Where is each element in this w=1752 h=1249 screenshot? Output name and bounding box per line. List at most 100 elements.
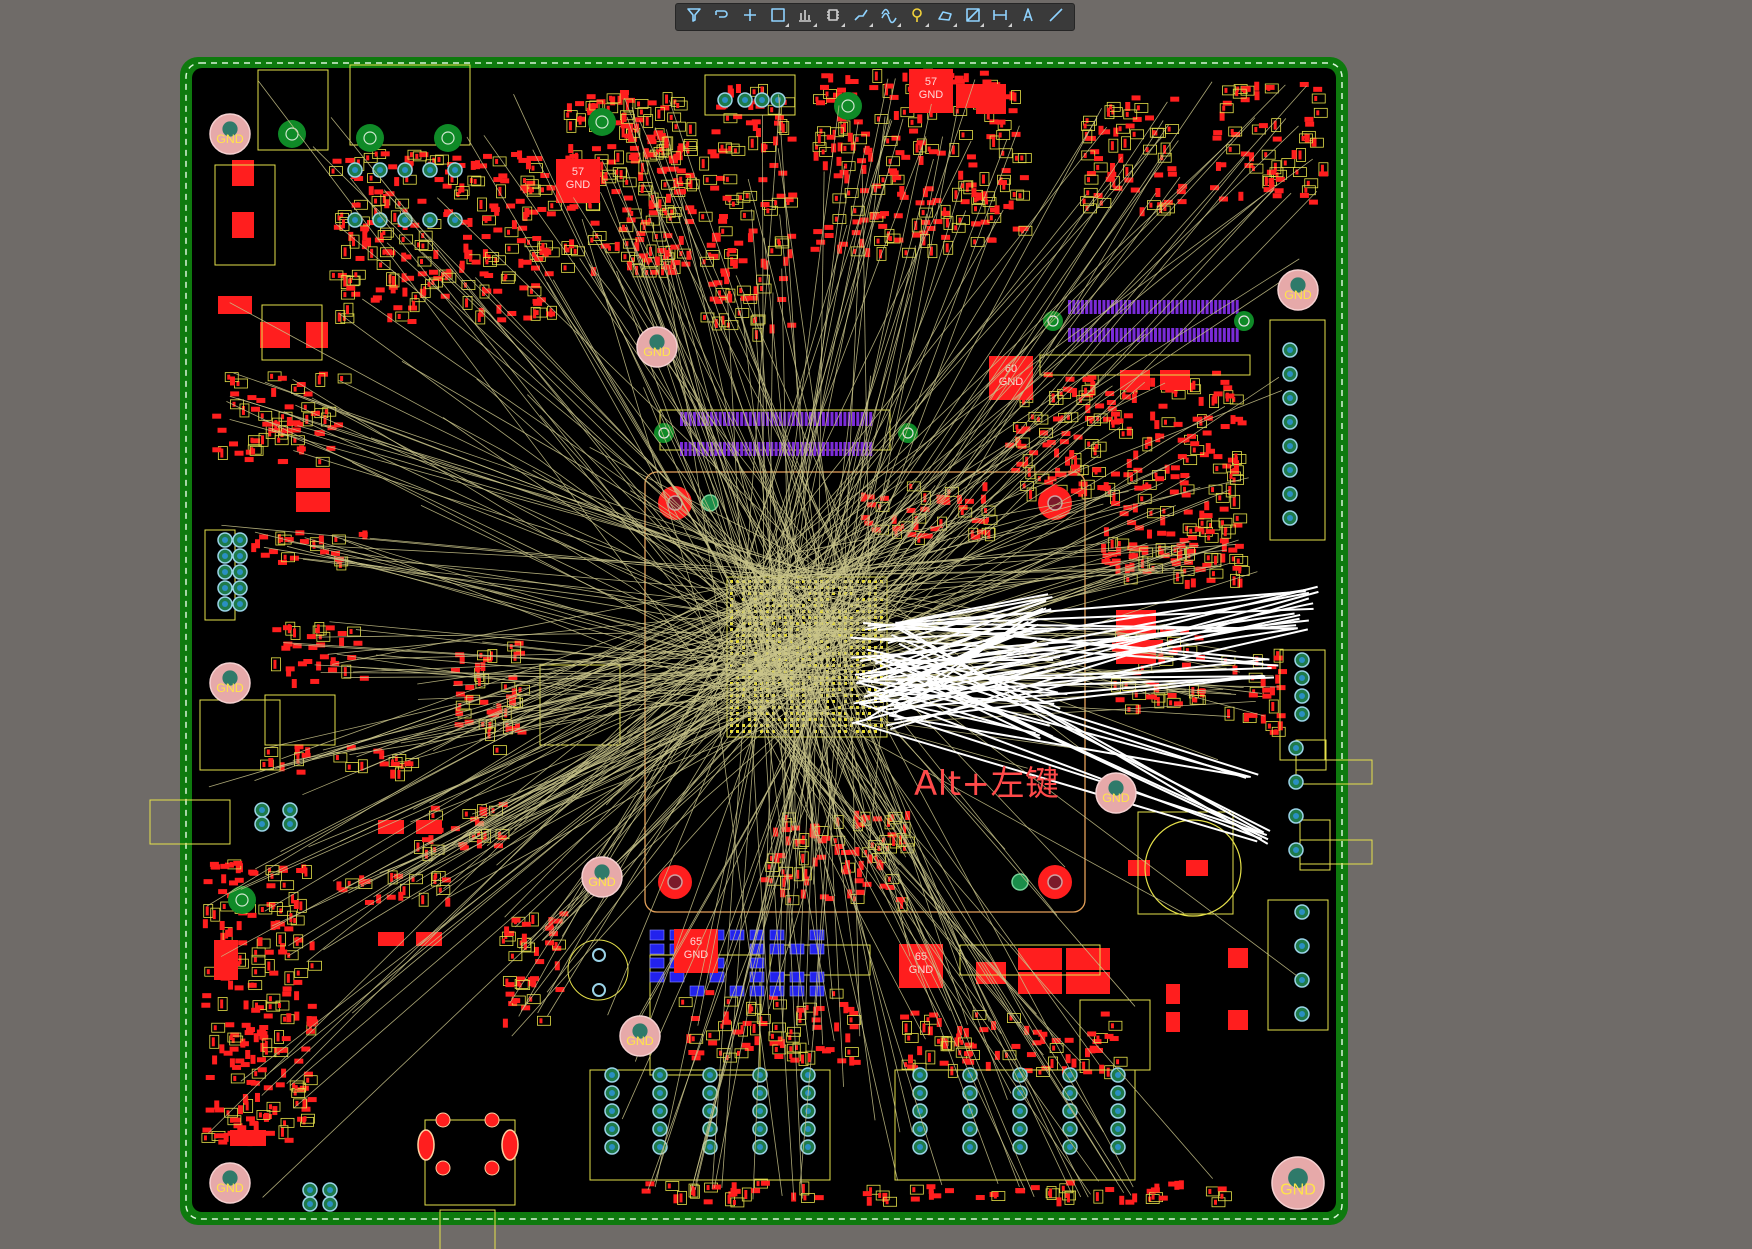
smd-pad[interactable] bbox=[1207, 535, 1211, 541]
smd-pad[interactable] bbox=[853, 208, 857, 214]
green-pad[interactable] bbox=[228, 886, 256, 914]
smd-pad[interactable] bbox=[1238, 191, 1244, 201]
smd-pad[interactable] bbox=[267, 961, 271, 971]
smd-pad[interactable] bbox=[1283, 160, 1287, 166]
smd-pad[interactable] bbox=[549, 308, 553, 318]
smd-pad[interactable] bbox=[1145, 694, 1155, 700]
smd-pad[interactable] bbox=[1014, 155, 1018, 161]
smd-pad[interactable] bbox=[1167, 171, 1177, 177]
smd-pad[interactable] bbox=[459, 260, 465, 270]
connector-pad[interactable] bbox=[1093, 300, 1097, 314]
smd-pad[interactable] bbox=[1087, 441, 1091, 447]
smd-pad[interactable] bbox=[218, 889, 228, 895]
smd-pad[interactable] bbox=[1012, 192, 1016, 198]
smd-pad[interactable] bbox=[1304, 116, 1314, 122]
connector-pad[interactable] bbox=[1149, 300, 1153, 314]
smd-pad[interactable] bbox=[1241, 86, 1251, 92]
smd-pad[interactable] bbox=[568, 144, 574, 154]
smd-pad[interactable] bbox=[1106, 1067, 1110, 1077]
smd-pad[interactable] bbox=[609, 95, 613, 101]
smd-pad[interactable] bbox=[1083, 123, 1087, 129]
smd-pad[interactable] bbox=[397, 769, 401, 779]
smd-pad[interactable] bbox=[1018, 193, 1022, 199]
smd-pad[interactable] bbox=[738, 258, 748, 264]
smd-pad[interactable] bbox=[531, 165, 535, 171]
smd-pad[interactable] bbox=[282, 625, 292, 631]
filter-button[interactable] bbox=[680, 5, 708, 29]
smd-pad[interactable] bbox=[817, 134, 821, 144]
smd-pad[interactable] bbox=[586, 94, 596, 100]
smd-pad[interactable] bbox=[1158, 403, 1168, 409]
smd-pad[interactable] bbox=[1271, 169, 1275, 175]
smd-pad[interactable] bbox=[1127, 706, 1131, 712]
smd-pad[interactable] bbox=[575, 101, 585, 107]
smd-pad[interactable] bbox=[341, 219, 345, 229]
smd-pad[interactable] bbox=[545, 925, 555, 931]
smd-pad[interactable] bbox=[1205, 443, 1211, 453]
smd-pad[interactable] bbox=[1132, 116, 1142, 122]
smd-pad[interactable] bbox=[821, 73, 831, 79]
smd-pad[interactable] bbox=[1211, 571, 1215, 577]
smd-pad[interactable] bbox=[681, 999, 685, 1005]
smd-pad[interactable] bbox=[280, 537, 284, 543]
smd-pad[interactable] bbox=[732, 259, 738, 269]
smd-pad[interactable] bbox=[1125, 123, 1135, 129]
smd-pad[interactable] bbox=[1156, 696, 1160, 706]
connector-mount[interactable] bbox=[898, 423, 918, 443]
smd-pad[interactable] bbox=[262, 762, 266, 768]
smd-pad[interactable] bbox=[292, 643, 302, 649]
smd-pad[interactable] bbox=[310, 963, 314, 969]
smd-pad[interactable] bbox=[269, 970, 279, 976]
smd-pad[interactable] bbox=[1262, 693, 1272, 699]
smd-pad[interactable] bbox=[752, 1023, 756, 1033]
smd-pad[interactable] bbox=[1110, 1023, 1114, 1029]
smd-pad[interactable] bbox=[269, 1104, 273, 1110]
smd-pad[interactable] bbox=[434, 177, 444, 183]
connector-pad[interactable] bbox=[748, 412, 752, 426]
smd-pad[interactable] bbox=[960, 510, 964, 516]
smd-pad[interactable] bbox=[266, 883, 276, 889]
smd-pad[interactable] bbox=[705, 177, 709, 183]
smd-pad[interactable] bbox=[1110, 419, 1120, 425]
smd-pad[interactable] bbox=[1208, 1188, 1212, 1194]
smd-pad[interactable] bbox=[281, 1036, 291, 1042]
smd-pad[interactable] bbox=[933, 219, 943, 225]
smd-pad[interactable] bbox=[1125, 1199, 1135, 1205]
smd-pad[interactable] bbox=[703, 314, 707, 320]
through-hole-header[interactable] bbox=[347, 162, 363, 178]
smd-pad[interactable] bbox=[679, 1193, 683, 1203]
green-pad[interactable] bbox=[278, 120, 306, 148]
smd-pad[interactable] bbox=[1219, 538, 1229, 544]
smd-pad[interactable] bbox=[725, 115, 729, 121]
blue-pad[interactable] bbox=[769, 985, 785, 997]
smd-pad[interactable] bbox=[847, 132, 853, 142]
smd-pad[interactable] bbox=[621, 128, 625, 138]
smd-pad[interactable] bbox=[807, 1053, 811, 1063]
smd-pad[interactable] bbox=[667, 1183, 671, 1189]
smd-pad[interactable] bbox=[960, 199, 970, 205]
smd-pad[interactable] bbox=[1061, 1185, 1065, 1191]
smd-pad[interactable] bbox=[790, 1057, 800, 1063]
smd-pad[interactable] bbox=[527, 181, 531, 187]
smd-pad[interactable] bbox=[886, 138, 890, 144]
smd-pad[interactable] bbox=[251, 543, 257, 553]
smd-pad[interactable] bbox=[813, 229, 823, 235]
smd-pad[interactable] bbox=[568, 121, 572, 131]
smd-pad[interactable] bbox=[1118, 126, 1122, 132]
smd-pad[interactable] bbox=[306, 1077, 310, 1083]
smd-pad[interactable] bbox=[900, 1014, 910, 1020]
smd-pad[interactable] bbox=[923, 493, 927, 503]
smd-pad[interactable] bbox=[1173, 421, 1183, 427]
through-hole-header[interactable] bbox=[800, 1067, 816, 1155]
smd-pad[interactable] bbox=[722, 195, 732, 201]
gnd-mounting-hole[interactable]: GND bbox=[619, 1015, 661, 1057]
smd-pad[interactable] bbox=[1105, 1187, 1115, 1193]
smd-pad[interactable] bbox=[346, 285, 356, 291]
smd-pad[interactable] bbox=[932, 1193, 942, 1199]
through-hole-header[interactable] bbox=[1110, 1067, 1126, 1155]
smd-pad[interactable] bbox=[382, 249, 386, 255]
smd-pad[interactable] bbox=[1192, 380, 1196, 390]
smd-pad[interactable] bbox=[1223, 527, 1227, 537]
smd-pad[interactable] bbox=[500, 178, 510, 184]
smd-pad[interactable] bbox=[1275, 674, 1281, 684]
